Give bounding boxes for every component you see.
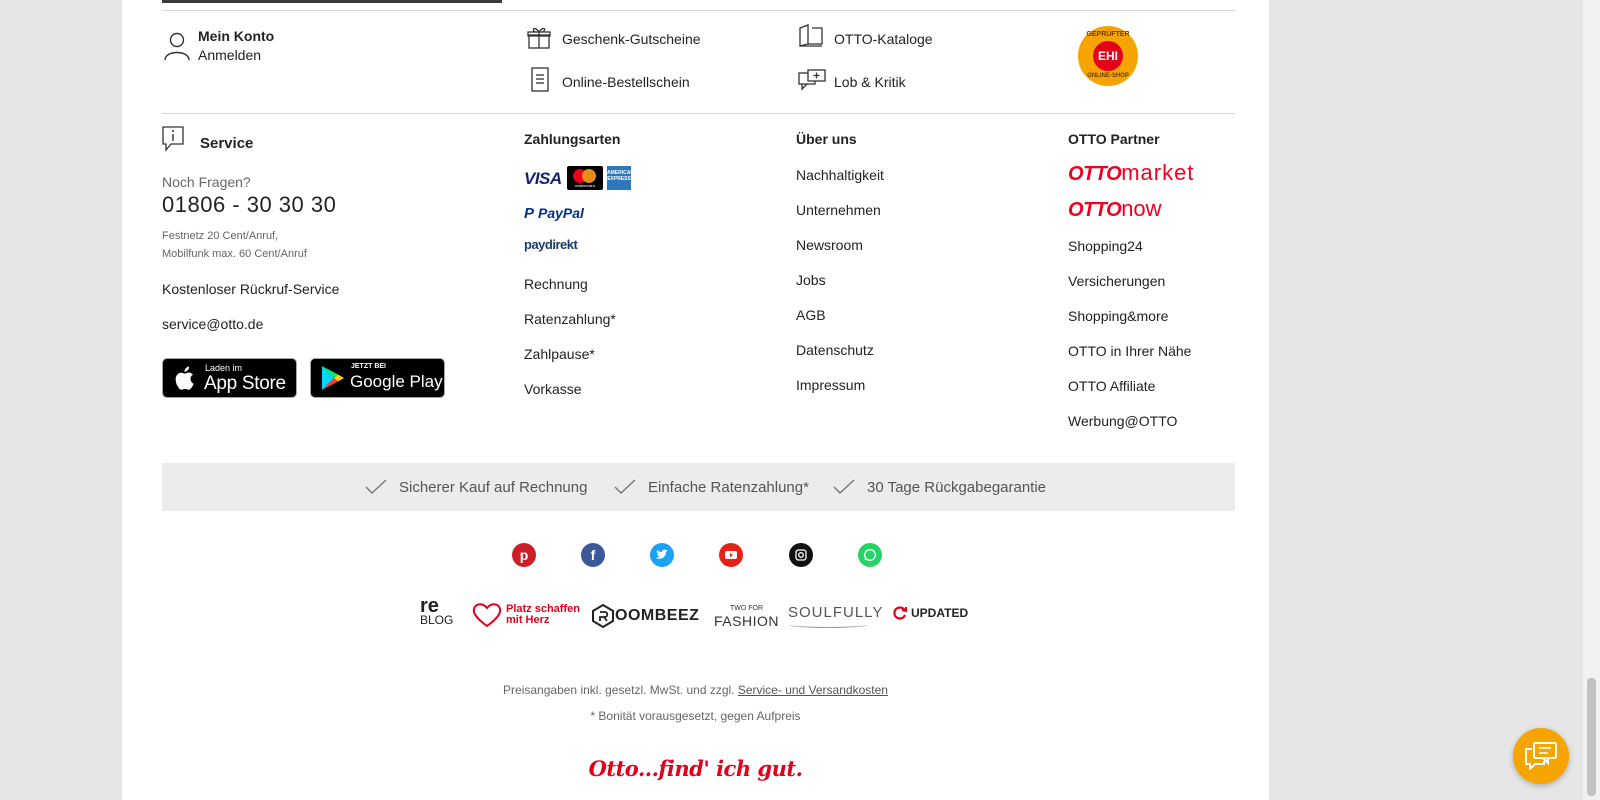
divider-top [162, 10, 1235, 11]
scrollbar-thumb[interactable] [1587, 678, 1596, 796]
trust-item-return: 30 Tage Rückgabegarantie [833, 463, 1046, 511]
trust-item-installment: Einfache Ratenzahlung* [614, 463, 809, 511]
visa-logo: VISA [524, 169, 562, 188]
ehi-certificate-badge[interactable]: GEPRÜFTER EHI ONLINE-SHOP [1078, 26, 1138, 86]
trust-bar: Sicherer Kauf auf Rechnung Einfache Rate… [162, 463, 1235, 511]
partner-item[interactable]: Werbung@OTTO [1068, 412, 1191, 447]
apple-icon [175, 366, 194, 390]
two-for-fashion-logo[interactable]: TWO FOR FASHION [714, 603, 779, 628]
about-item[interactable]: Impressum [796, 376, 884, 411]
service-email-link[interactable]: service@otto.de [162, 316, 263, 332]
service-phone[interactable]: 01806 - 30 30 30 [162, 192, 336, 218]
shipping-costs-link[interactable]: Service- und Versandkosten [738, 683, 888, 697]
about-item[interactable]: Datenschutz [796, 341, 884, 376]
about-item[interactable]: Unternehmen [796, 201, 884, 236]
paydirekt-logo: paydirekt [524, 237, 578, 252]
catalogues-link[interactable]: OTTO-Kataloge [834, 31, 933, 47]
amex-logo: AMERICAN EXPRESS [607, 166, 634, 190]
about-item[interactable]: Nachhaltigkeit [796, 166, 884, 201]
reblog-logo[interactable]: re BLOG [420, 596, 453, 627]
soulfully-logo[interactable]: SOULFULLY [788, 604, 883, 628]
app-store-button[interactable]: Laden im App Store [162, 358, 297, 398]
updated-logo[interactable]: UPDATED [892, 605, 968, 621]
google-play-big-text: Google Play [350, 372, 443, 391]
footer-page: Mein Konto Anmelden Geschenk-Gutscheine … [122, 0, 1269, 800]
order-form-link[interactable]: Online-Bestellschein [562, 74, 690, 90]
heart-icon [472, 603, 502, 628]
ehi-inner-circle: EHI [1093, 41, 1123, 71]
account-login-link[interactable]: Anmelden [198, 47, 261, 63]
about-list: Nachhaltigkeit Unternehmen Newsroom Jobs… [796, 166, 884, 411]
payment-item[interactable]: Ratenzahlung* [524, 310, 616, 345]
otto-market-logo[interactable]: OTTOmarket [1068, 160, 1194, 185]
ehi-bottom-text: ONLINE-SHOP [1087, 73, 1129, 79]
roombeez-logo[interactable]: OOMBEEZ [592, 604, 699, 628]
chat-button[interactable] [1513, 728, 1569, 784]
service-heading: Service [200, 135, 254, 152]
page-scrollbar[interactable] [1583, 0, 1600, 800]
credit-note: * Bonität vorausgesetzt, gegen Aufpreis [590, 709, 801, 723]
partner-item[interactable]: Versicherungen [1068, 272, 1191, 307]
trust-item-invoice: Sicherer Kauf auf Rechnung [365, 463, 587, 511]
pinterest-icon[interactable]: p [512, 543, 536, 567]
account-title: Mein Konto [198, 28, 275, 44]
payment-list: Rechnung Ratenzahlung* Zahlpause* Vorkas… [524, 275, 616, 415]
partner-item[interactable]: Shopping24 [1068, 237, 1191, 272]
check-icon [365, 479, 387, 494]
roombeez-mark-icon [592, 604, 614, 628]
app-store-big-text: App Store [204, 373, 286, 394]
feedback-icon [798, 69, 826, 91]
instagram-icon[interactable] [789, 543, 813, 567]
partner-item[interactable]: Shopping&more [1068, 307, 1191, 342]
about-item[interactable]: AGB [796, 306, 884, 341]
partner-list: Shopping24 Versicherungen Shopping&more … [1068, 237, 1191, 447]
ehi-top-text: GEPRÜFTER [1086, 31, 1130, 38]
info-icon [162, 126, 184, 152]
service-question: Noch Fragen? [162, 174, 251, 190]
refresh-icon [893, 606, 907, 620]
feedback-link[interactable]: Lob & Kritik [834, 74, 906, 90]
catalogue-icon [799, 24, 823, 47]
about-item[interactable]: Jobs [796, 271, 884, 306]
mastercard-logo: mastercard [567, 166, 603, 190]
whatsapp-icon[interactable] [858, 543, 882, 567]
facebook-icon[interactable]: f [581, 543, 605, 567]
account-link[interactable]: Mein Konto Anmelden [162, 26, 322, 66]
google-play-icon [322, 366, 344, 390]
platz-schaffen-logo[interactable]: Platz schaffen mit Herz [472, 602, 580, 628]
partner-heading: OTTO Partner [1068, 131, 1160, 147]
check-icon [833, 479, 855, 494]
top-image-strip [162, 0, 502, 3]
divider-middle [162, 113, 1235, 114]
document-icon [531, 67, 549, 92]
about-heading: Über uns [796, 131, 857, 147]
about-item[interactable]: Newsroom [796, 236, 884, 271]
app-store-small-text: Laden im [205, 363, 243, 373]
price-info-text: Preisangaben inkl. gesetzl. MwSt. und zz… [503, 683, 735, 697]
chat-icon [1525, 742, 1557, 770]
otto-slogan-logo: Otto...find' ich gut. [588, 756, 803, 781]
payment-item[interactable]: Zahlpause* [524, 345, 616, 380]
price-info: Preisangaben inkl. gesetzl. MwSt. und zz… [122, 683, 1269, 697]
partner-item[interactable]: OTTO in Ihrer Nähe [1068, 342, 1191, 377]
gift-cards-link[interactable]: Geschenk-Gutscheine [562, 31, 701, 47]
callback-service-link[interactable]: Kostenloser Rückruf-Service [162, 281, 339, 297]
service-fee-line2: Mobilfunk max. 60 Cent/Anruf [162, 248, 307, 260]
youtube-icon[interactable] [719, 543, 743, 567]
user-icon [164, 32, 190, 61]
gift-icon [527, 27, 551, 49]
otto-now-logo[interactable]: OTTOnow [1068, 196, 1162, 221]
twitter-icon[interactable] [650, 543, 674, 567]
paypal-logo: P PayPal [524, 204, 584, 222]
payment-item[interactable]: Rechnung [524, 275, 616, 310]
service-fee-line1: Festnetz 20 Cent/Anruf, [162, 230, 279, 242]
google-play-button[interactable]: JETZT BEI Google Play [310, 358, 445, 398]
check-icon [614, 479, 636, 494]
partner-item[interactable]: OTTO Affiliate [1068, 377, 1191, 412]
payment-item[interactable]: Vorkasse [524, 380, 616, 415]
payment-heading: Zahlungsarten [524, 131, 621, 147]
google-play-small-text: JETZT BEI [351, 363, 387, 370]
